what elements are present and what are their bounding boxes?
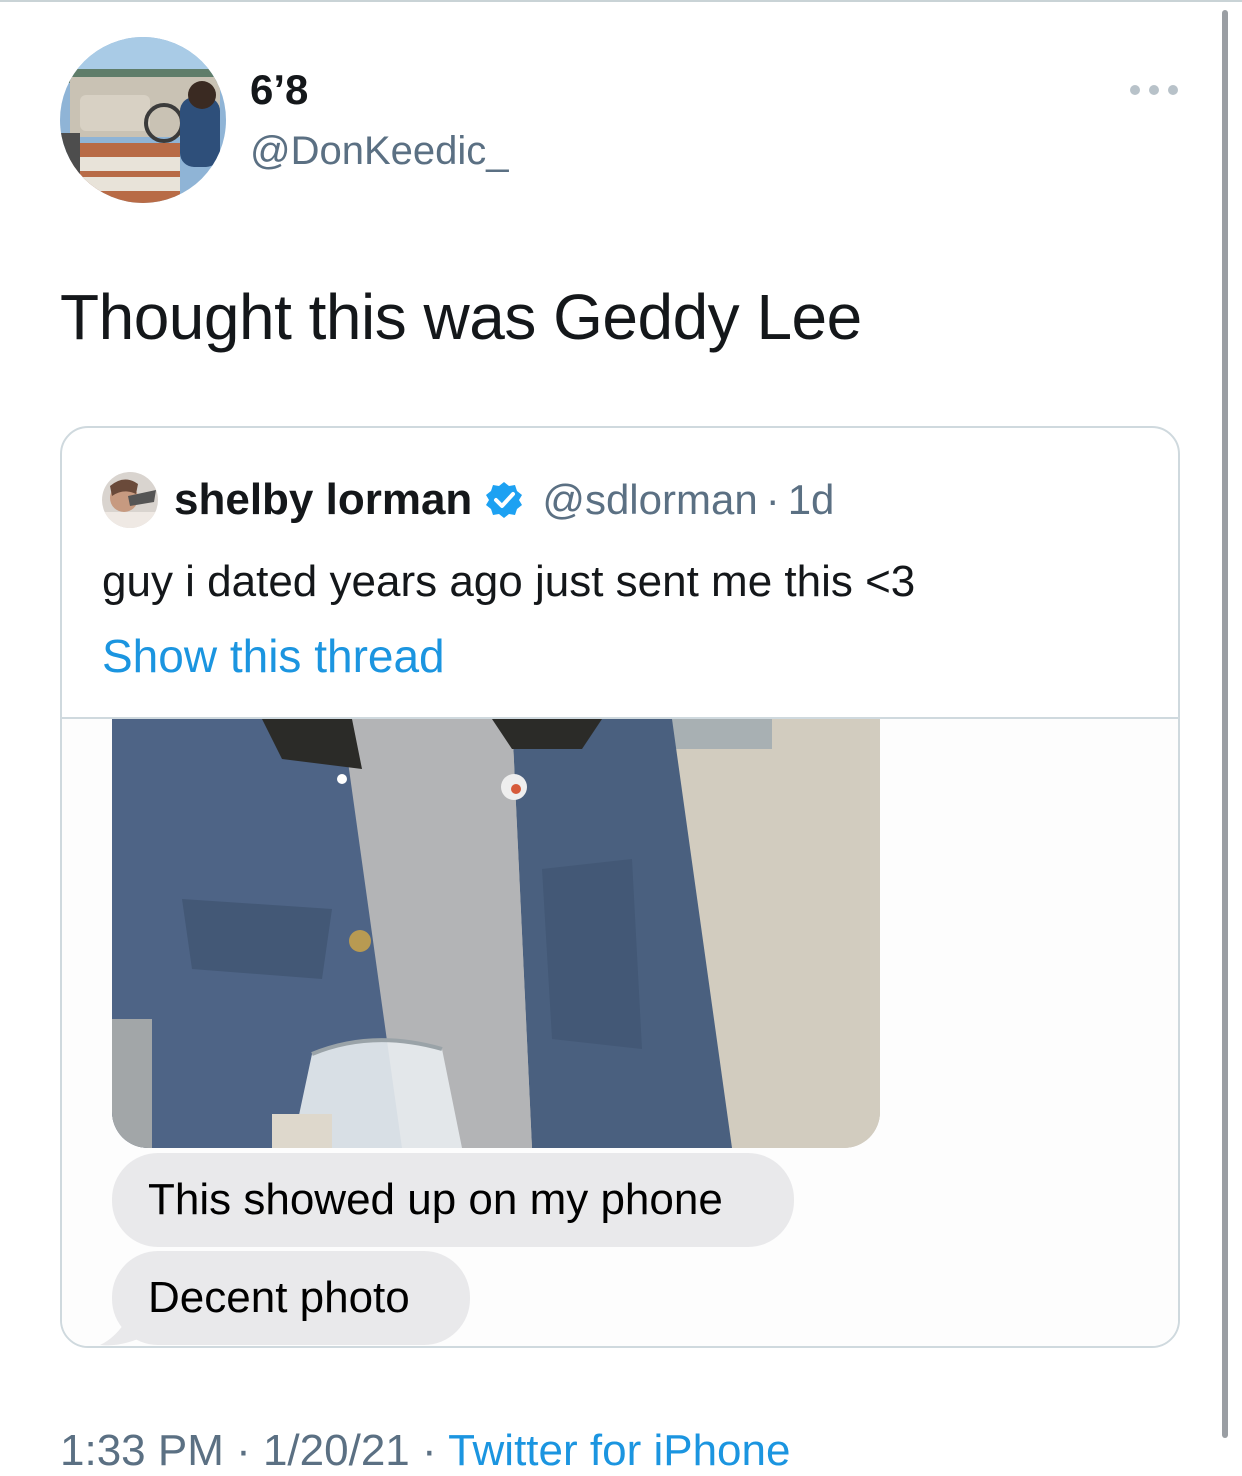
scrollbar[interactable] bbox=[1222, 10, 1228, 1438]
more-horizontal-icon-dot bbox=[1168, 85, 1178, 95]
quoted-tweet-card[interactable]: shelby lorman @sdlorman · 1d guy i dated… bbox=[60, 426, 1180, 1348]
quoted-author-name[interactable]: shelby lorman bbox=[174, 475, 472, 525]
photo-jacket-image bbox=[112, 719, 880, 1148]
tweet-text: Thought this was Geddy Lee bbox=[60, 281, 862, 353]
quoted-author-handle[interactable]: @sdlorman bbox=[542, 476, 757, 524]
tweet-timestamp[interactable]: 1:33 PM · 1/20/21 · bbox=[60, 1426, 448, 1475]
quoted-tweet-time[interactable]: 1d bbox=[788, 476, 835, 524]
quoted-tweet-text: guy i dated years ago just sent me this … bbox=[102, 557, 916, 606]
more-horizontal-icon-dot bbox=[1149, 85, 1159, 95]
quoted-tweet-media[interactable]: This showed up on my phone Decent photo bbox=[62, 719, 1178, 1346]
more-horizontal-icon bbox=[1130, 85, 1140, 95]
message-bubble: This showed up on my phone bbox=[112, 1153, 794, 1247]
more-options-button[interactable] bbox=[1130, 76, 1178, 104]
tweet-meta: 1:33 PM · 1/20/21 · Twitter for iPhone bbox=[60, 1426, 790, 1476]
message-bubble: Decent photo bbox=[112, 1251, 470, 1345]
header-separator: · bbox=[765, 476, 780, 523]
verified-badge-icon bbox=[486, 482, 523, 518]
quoted-tweet-header: shelby lorman @sdlorman · 1d bbox=[102, 472, 835, 528]
tweet-source-link[interactable]: Twitter for iPhone bbox=[448, 1426, 790, 1475]
author-display-name[interactable]: 6’8 bbox=[250, 64, 308, 116]
top-divider bbox=[0, 0, 1242, 2]
quoted-author-avatar[interactable] bbox=[102, 472, 158, 528]
show-thread-link[interactable]: Show this thread bbox=[102, 628, 445, 684]
bubble-tail-icon bbox=[100, 1311, 138, 1346]
author-handle[interactable]: @DonKeedic_ bbox=[250, 126, 509, 176]
author-avatar[interactable] bbox=[60, 37, 226, 203]
